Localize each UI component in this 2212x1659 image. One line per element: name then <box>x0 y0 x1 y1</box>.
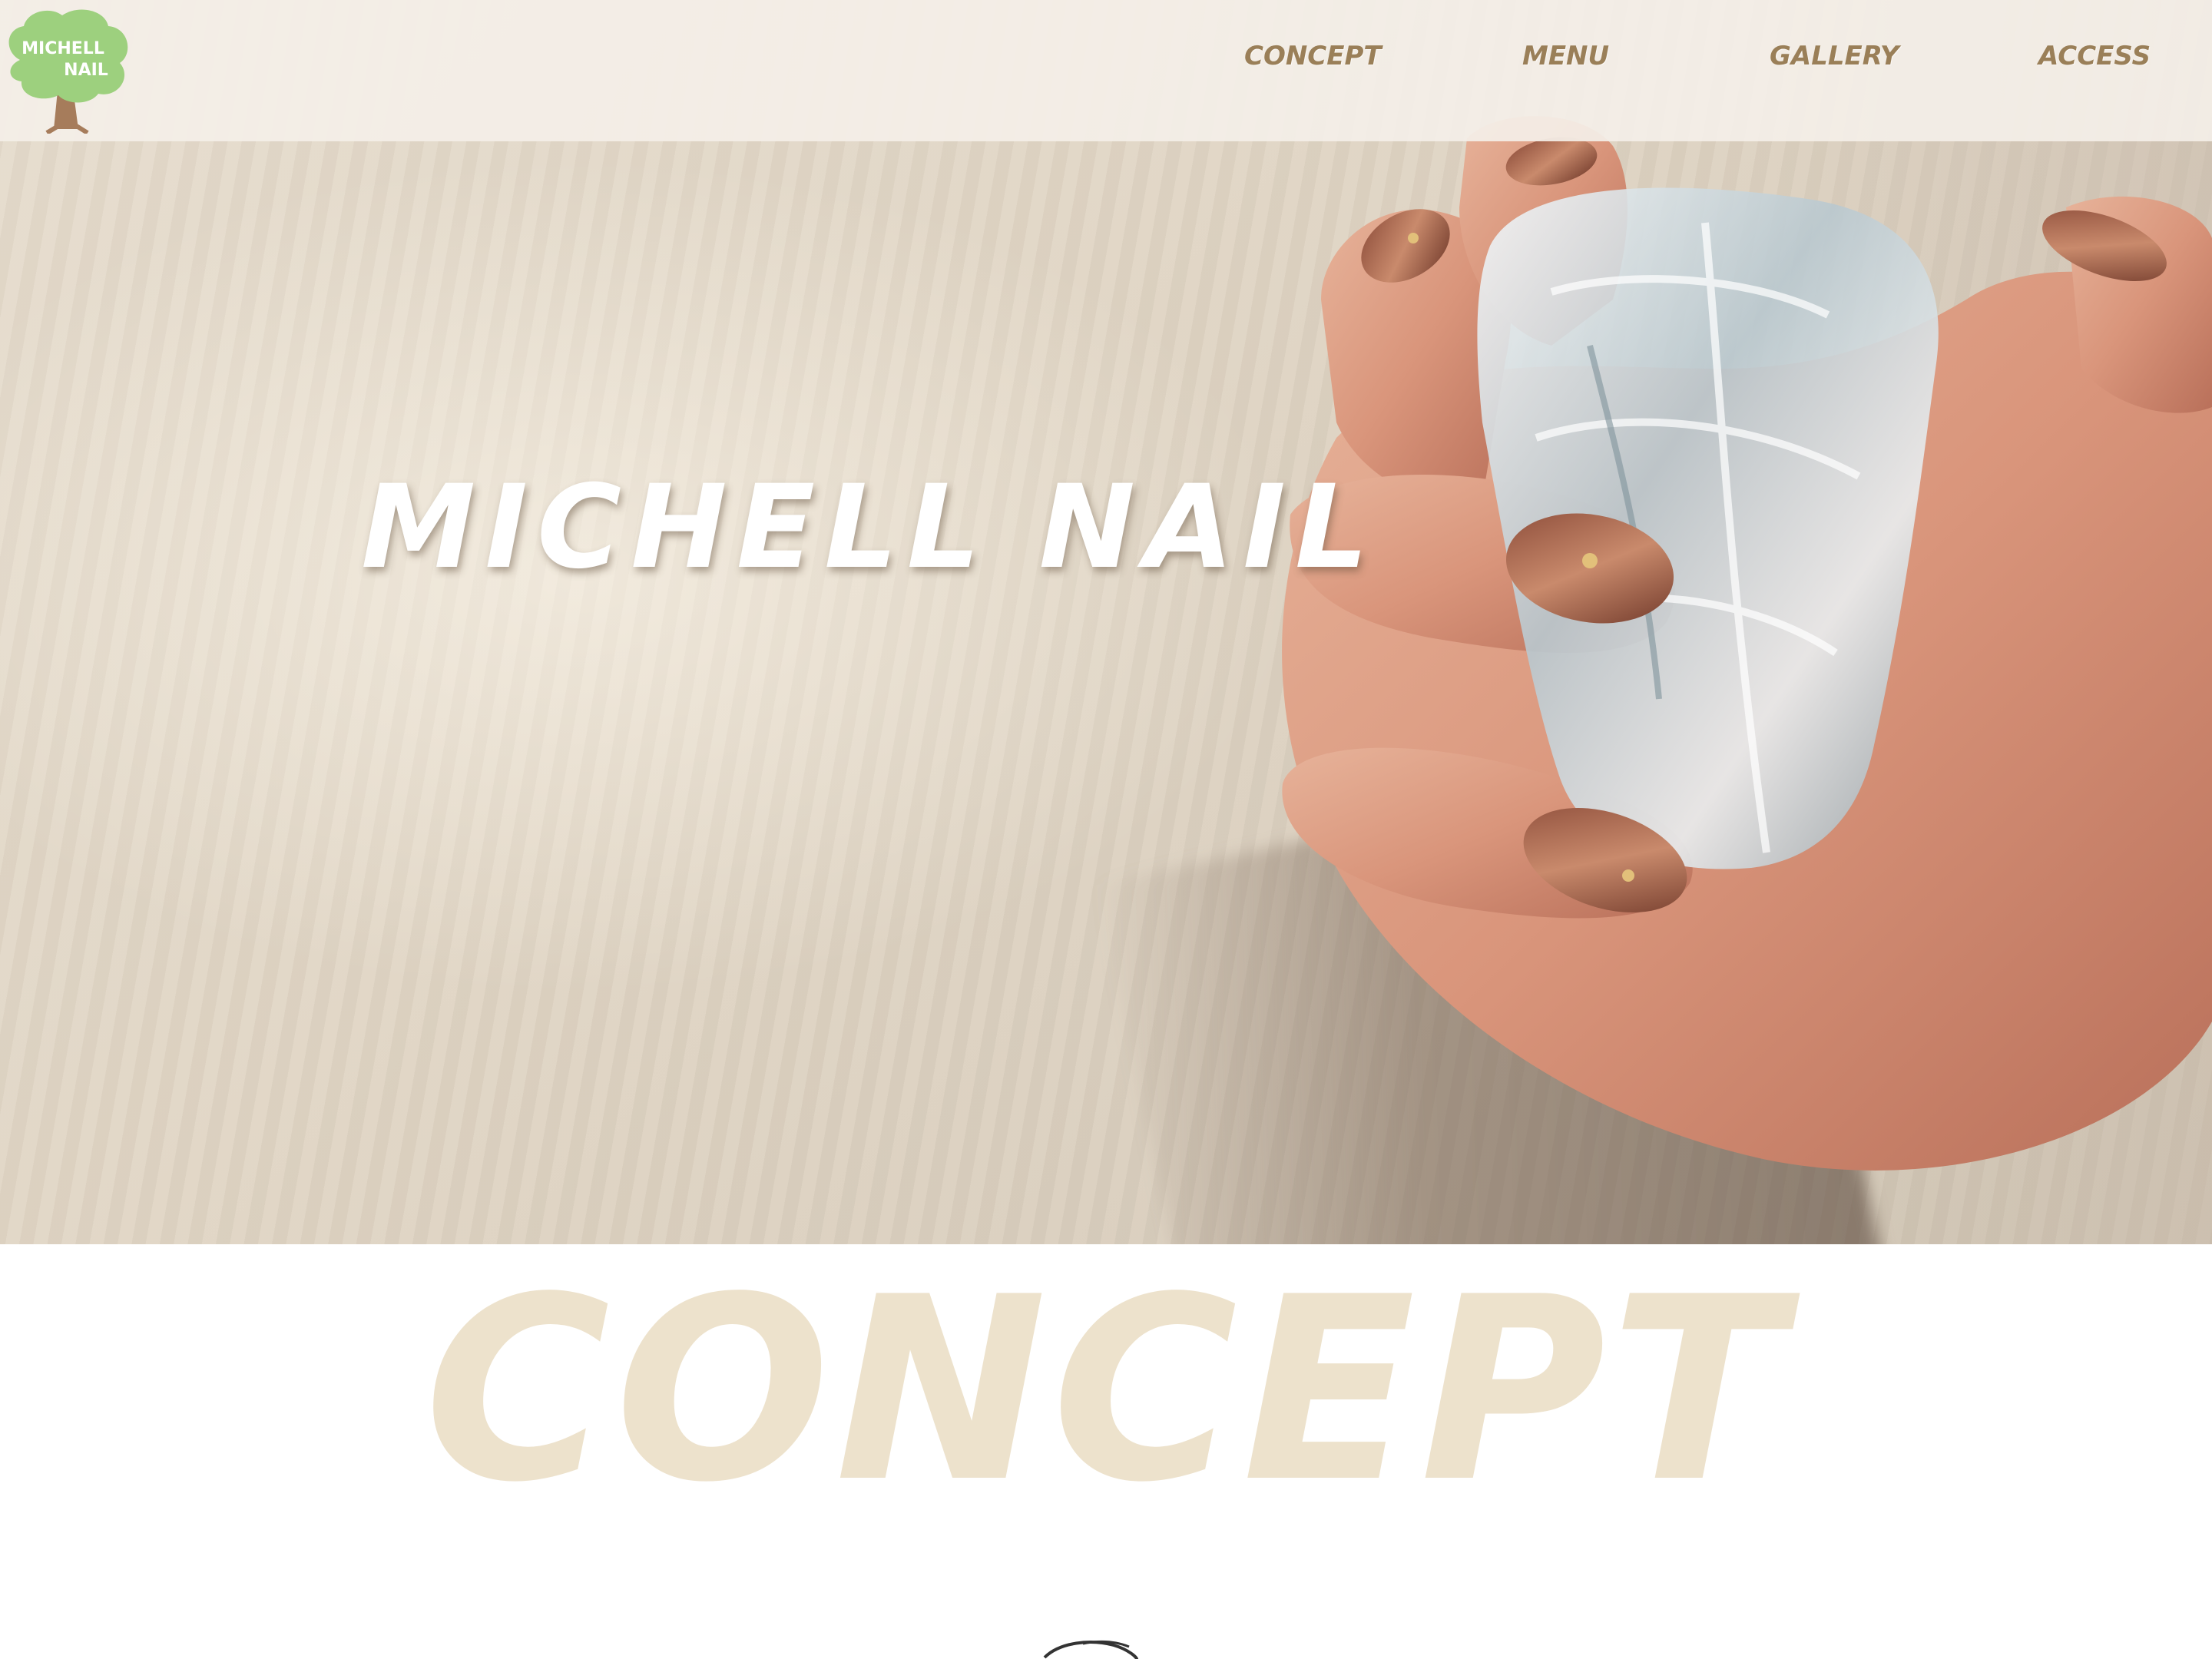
nav-menu[interactable]: MENU <box>1522 37 1609 75</box>
tree-logo-icon[interactable]: MICHELL NAIL <box>5 6 131 134</box>
hero-section: MICHELL NAIL <box>0 0 2212 1244</box>
logo-text-line2: NAIL <box>64 61 108 80</box>
nav-concept[interactable]: CONCEPT <box>1244 37 1382 75</box>
logo-text-line1: MICHELL <box>22 39 104 58</box>
nav-access[interactable]: ACCESS <box>2038 37 2151 75</box>
doodle-decoration <box>1043 1640 1138 1659</box>
hero-hand-image <box>1282 116 2212 1171</box>
hero-title: MICHELL NAIL <box>361 461 1378 594</box>
concept-heading: CONCEPT <box>424 1243 1788 1538</box>
site-header: MICHELL NAIL CONCEPT MENU GALLERY ACCESS <box>0 0 2212 141</box>
nav-gallery[interactable]: GALLERY <box>1770 37 1899 75</box>
